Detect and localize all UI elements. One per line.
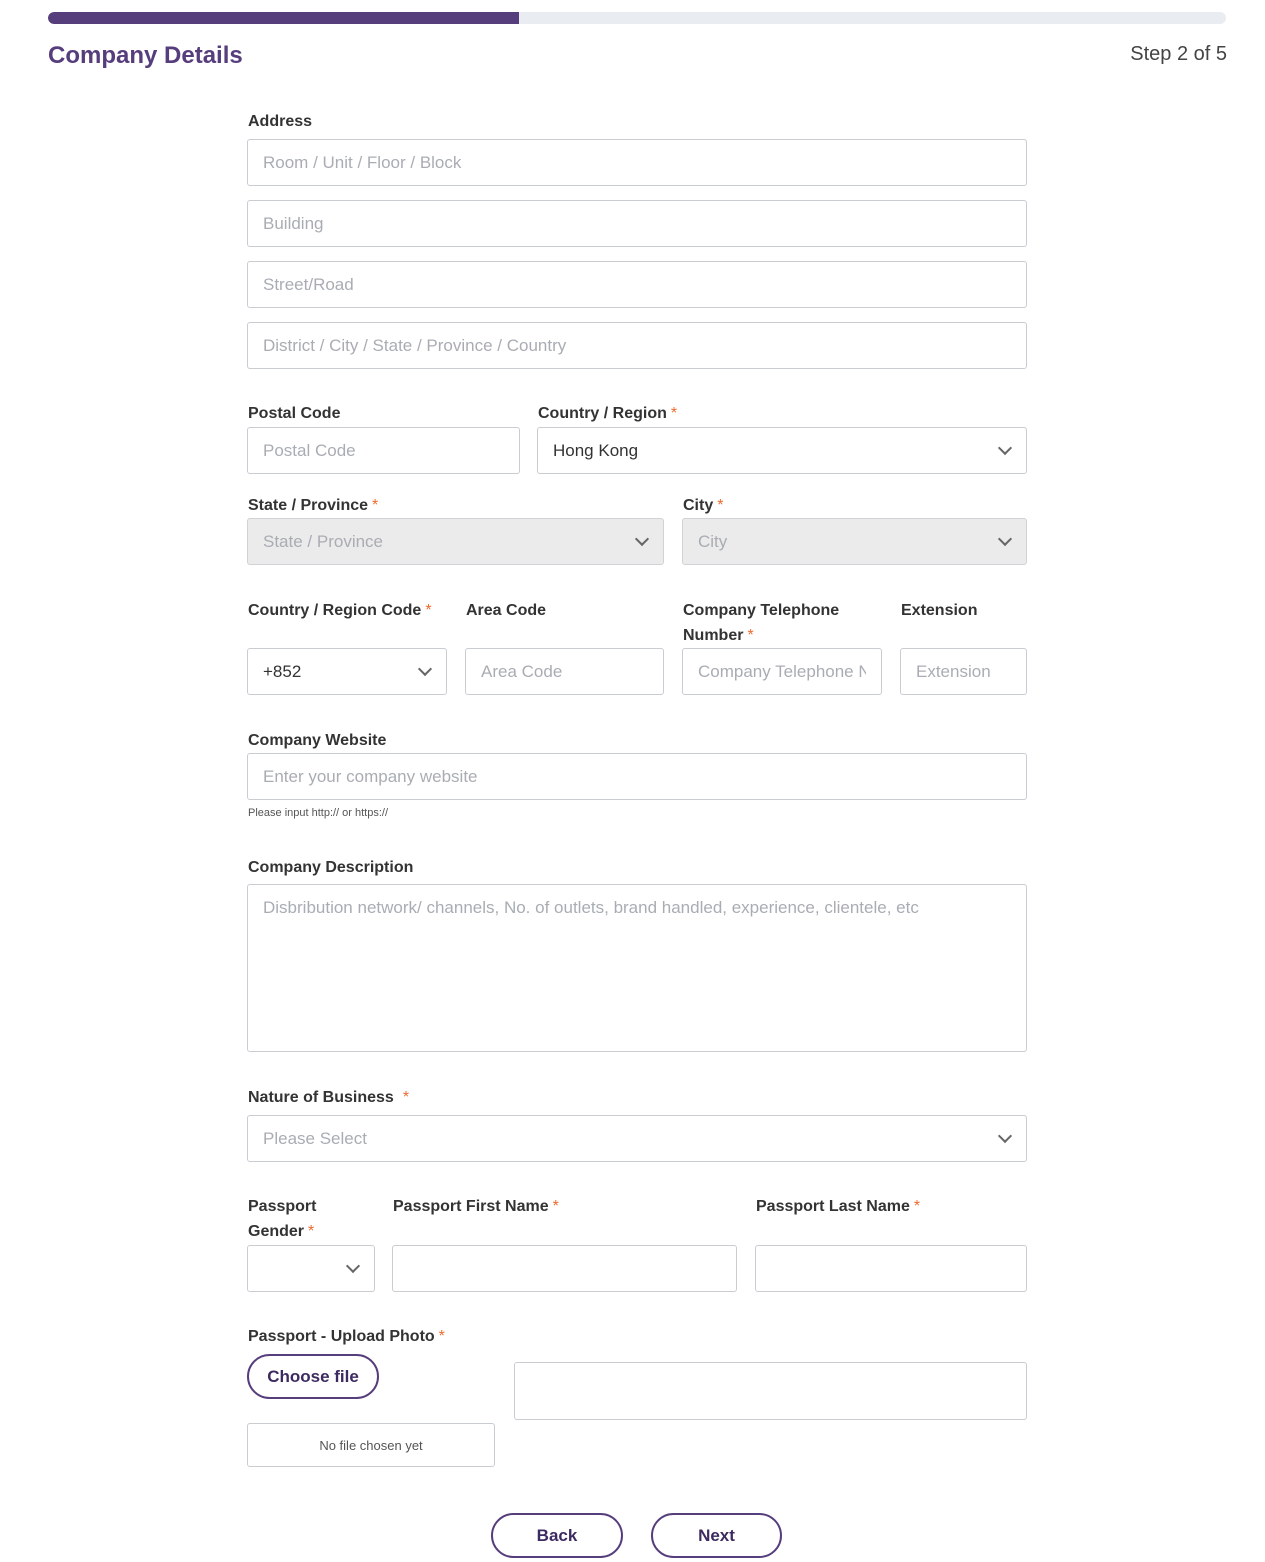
- country-region-code-label: Country / Region Code *: [248, 602, 432, 619]
- required-marker: *: [913, 1198, 921, 1215]
- chevron-down-icon: [417, 661, 433, 676]
- progress-bar-fill: [48, 12, 520, 24]
- nature-of-business-select[interactable]: Please Select: [247, 1115, 1027, 1162]
- address-line3-input[interactable]: [247, 261, 1027, 308]
- progress-bar: [48, 12, 1226, 24]
- postal-code-label: Postal Code: [248, 405, 341, 422]
- extension-label: Extension: [901, 602, 978, 619]
- country-region-code-value: +852: [263, 661, 302, 681]
- country-region-label: Country / Region *: [538, 405, 678, 422]
- required-marker: *: [308, 1223, 315, 1240]
- country-region-value: Hong Kong: [553, 440, 639, 460]
- chevron-down-icon: [997, 440, 1013, 455]
- state-province-label: State / Province *: [248, 497, 379, 514]
- page-title: Company Details: [48, 42, 243, 69]
- company-website-input[interactable]: [247, 753, 1027, 800]
- chevron-down-icon: [345, 1258, 361, 1273]
- company-website-label: Company Website: [248, 732, 387, 749]
- address-line2-input[interactable]: [247, 200, 1027, 247]
- passport-last-name-label: Passport Last Name *: [756, 1198, 921, 1215]
- state-province-select[interactable]: State / Province: [247, 518, 664, 565]
- chevron-down-icon: [997, 1128, 1013, 1143]
- passport-upload-label: Passport - Upload Photo *: [248, 1328, 445, 1345]
- required-marker: *: [402, 1089, 410, 1106]
- passport-first-name-label: Passport First Name *: [393, 1198, 559, 1215]
- address-line1-input[interactable]: [247, 139, 1027, 186]
- chevron-down-icon: [997, 531, 1013, 546]
- area-code-input[interactable]: [465, 648, 664, 695]
- required-marker: *: [425, 602, 432, 619]
- company-telephone-input[interactable]: [682, 648, 882, 695]
- chevron-down-icon: [634, 531, 650, 546]
- address-label: Address: [248, 113, 313, 130]
- passport-last-name-input[interactable]: [755, 1245, 1027, 1292]
- choose-file-button[interactable]: Choose file: [247, 1354, 379, 1399]
- company-description-label: Company Description: [248, 859, 414, 876]
- back-button[interactable]: Back: [491, 1513, 623, 1558]
- company-telephone-label: Company Telephone Number *: [683, 602, 840, 644]
- passport-gender-select[interactable]: [247, 1245, 375, 1292]
- nature-of-business-label: Nature of Business *: [248, 1089, 410, 1106]
- city-select[interactable]: City: [682, 518, 1027, 565]
- passport-gender-label: Passport Gender *: [248, 1198, 317, 1240]
- area-code-label: Area Code: [466, 602, 547, 619]
- next-button[interactable]: Next: [651, 1513, 782, 1558]
- required-marker: *: [670, 405, 678, 422]
- extension-input[interactable]: [900, 648, 1027, 695]
- passport-photo-preview: [514, 1362, 1027, 1420]
- required-marker: *: [438, 1328, 445, 1345]
- country-region-code-select[interactable]: +852: [247, 648, 447, 695]
- state-province-placeholder: State / Province: [263, 531, 384, 551]
- website-hint: Please input http:// or https://: [248, 807, 389, 819]
- passport-first-name-input[interactable]: [392, 1245, 737, 1292]
- company-description-textarea[interactable]: [247, 884, 1027, 1052]
- city-placeholder: City: [698, 531, 728, 551]
- nature-of-business-placeholder: Please Select: [263, 1128, 367, 1148]
- required-marker: *: [552, 1198, 559, 1215]
- required-marker: *: [747, 627, 754, 644]
- file-status: No file chosen yet: [247, 1423, 495, 1467]
- postal-code-input[interactable]: [247, 427, 520, 474]
- required-marker: *: [717, 497, 724, 514]
- step-indicator: Step 2 of 5: [1130, 43, 1227, 65]
- required-marker: *: [372, 497, 379, 514]
- address-line4-input[interactable]: [247, 322, 1027, 369]
- city-label: City *: [683, 497, 724, 514]
- country-region-select[interactable]: Hong Kong: [537, 427, 1027, 474]
